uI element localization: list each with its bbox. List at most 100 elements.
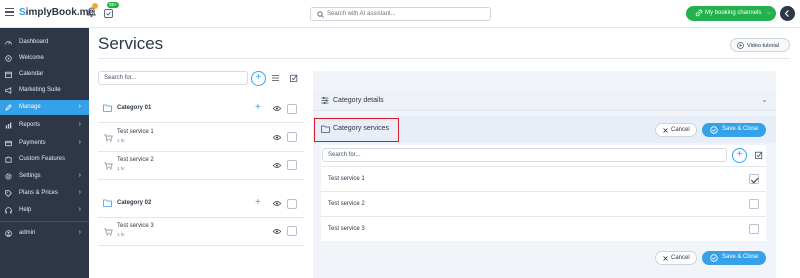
user-avatar[interactable] bbox=[780, 6, 795, 21]
close-icon bbox=[663, 256, 668, 261]
megaphone-icon bbox=[5, 87, 12, 94]
save-close-button-bottom[interactable]: Save & Close bbox=[702, 251, 766, 265]
eye-icon[interactable] bbox=[273, 201, 281, 206]
sidebar-item-settings[interactable]: Settings › bbox=[0, 169, 89, 184]
eye-icon[interactable] bbox=[273, 106, 281, 111]
category-service-checkbox-checked[interactable] bbox=[749, 174, 759, 184]
video-tutorial-button[interactable]: Video tutorial bbox=[730, 38, 790, 52]
booking-channels-button[interactable]: My booking channels ⌵ bbox=[686, 6, 776, 21]
link-icon bbox=[695, 9, 703, 17]
sidebar-item-dashboard[interactable]: Dashboard bbox=[0, 35, 89, 50]
service-row[interactable]: Test service 1 1 hr. bbox=[98, 124, 304, 152]
category-service-row[interactable]: Test service 2 bbox=[321, 191, 766, 216]
play-circle-icon bbox=[737, 42, 744, 49]
reports-icon bbox=[5, 122, 12, 129]
sidebar-item-label: Help bbox=[19, 207, 32, 213]
sidebar-item-welcome[interactable]: Welcome bbox=[0, 51, 89, 66]
ai-search-placeholder: Search with AI assistant... bbox=[327, 11, 396, 17]
checkbox-select-icon[interactable] bbox=[290, 74, 298, 82]
cancel-button[interactable]: Cancel bbox=[655, 123, 697, 137]
category-checkbox[interactable] bbox=[287, 104, 297, 114]
help-icon bbox=[5, 207, 12, 214]
calendar-icon bbox=[5, 71, 12, 78]
category-service-checkbox[interactable] bbox=[749, 199, 759, 209]
chevron-right-icon: › bbox=[78, 206, 81, 213]
category-row[interactable]: Category 02 + bbox=[98, 190, 304, 218]
sidebar-item-marketing-suite[interactable]: Marketing Suite bbox=[0, 83, 89, 98]
services-search-input[interactable]: Search for... bbox=[98, 71, 248, 85]
calendar-check-icon[interactable] bbox=[104, 8, 113, 18]
save-close-button[interactable]: Save & Close bbox=[702, 123, 766, 137]
eye-icon[interactable] bbox=[273, 135, 281, 140]
chevron-down-icon: ⌵ bbox=[767, 10, 771, 16]
category-services-search-input[interactable]: Search for... bbox=[322, 148, 727, 162]
check-circle-icon bbox=[710, 254, 718, 262]
chevron-right-icon: › bbox=[78, 121, 81, 128]
folder-icon bbox=[103, 104, 112, 112]
service-checkbox[interactable] bbox=[287, 226, 297, 236]
sidebar-item-help[interactable]: Help › bbox=[0, 203, 89, 218]
add-service-button[interactable]: + bbox=[255, 198, 261, 208]
service-row[interactable]: Test service 3 1 hr. bbox=[98, 218, 304, 246]
cancel-label: Cancel bbox=[671, 127, 690, 133]
user-circle-icon bbox=[5, 230, 12, 237]
cart-icon bbox=[104, 228, 113, 236]
folder-icon bbox=[103, 199, 112, 207]
notification-badge bbox=[92, 3, 98, 9]
hamburger-menu-icon[interactable] bbox=[5, 8, 14, 16]
sidebar-item-manage[interactable]: Manage › bbox=[0, 100, 89, 115]
eye-icon[interactable] bbox=[273, 163, 281, 168]
category-details-accordion[interactable]: Category details ⌄ bbox=[313, 90, 776, 111]
service-checkbox[interactable] bbox=[287, 132, 297, 142]
chevron-right-icon: › bbox=[78, 172, 81, 179]
title-divider bbox=[98, 58, 790, 59]
page-title: Services bbox=[98, 34, 164, 53]
user-logo-icon bbox=[784, 10, 789, 17]
logo[interactable]: SimplyBook.me bbox=[19, 7, 94, 18]
category-service-checkbox[interactable] bbox=[749, 224, 759, 234]
sidebar-item-payments[interactable]: Payments › bbox=[0, 136, 89, 151]
category-checkbox[interactable] bbox=[287, 199, 297, 209]
service-duration: 1 hr. bbox=[117, 166, 126, 171]
add-service-button[interactable]: + bbox=[255, 103, 261, 113]
service-checkbox[interactable] bbox=[287, 160, 297, 170]
category-service-row[interactable]: Test service 1 bbox=[321, 166, 766, 191]
pencil-icon bbox=[5, 104, 12, 111]
sidebar-user-label: admin bbox=[19, 230, 36, 236]
dashboard-icon bbox=[5, 41, 12, 45]
sidebar-item-custom-features[interactable]: Custom Features bbox=[0, 152, 89, 167]
service-row[interactable]: Test service 2 1 hr. bbox=[98, 152, 304, 180]
sidebar-item-label: Plans & Prices bbox=[19, 190, 59, 196]
check-circle-icon bbox=[710, 126, 718, 134]
sidebar-user-admin[interactable]: admin › bbox=[0, 226, 89, 241]
chevron-right-icon: › bbox=[78, 229, 81, 236]
category-name: Category 02 bbox=[117, 200, 152, 206]
category-service-name: Test service 3 bbox=[328, 226, 365, 232]
category-service-name: Test service 1 bbox=[328, 176, 365, 182]
sidebar: Dashboard Welcome Calendar Marketing Sui… bbox=[0, 28, 89, 278]
sidebar-item-label: Welcome bbox=[19, 55, 44, 61]
sidebar-item-reports[interactable]: Reports › bbox=[0, 118, 89, 133]
plans-icon bbox=[5, 190, 12, 197]
sidebar-item-label: Marketing Suite bbox=[19, 87, 61, 93]
ai-search-input[interactable]: Search with AI assistant... bbox=[310, 7, 491, 21]
cancel-button-bottom[interactable]: Cancel bbox=[655, 251, 697, 265]
add-service-to-category-button[interactable]: + bbox=[732, 148, 747, 163]
sidebar-item-plans-prices[interactable]: Plans & Prices › bbox=[0, 186, 89, 201]
add-button[interactable]: + bbox=[251, 71, 266, 86]
sidebar-item-label: Settings bbox=[19, 173, 41, 179]
category-service-row[interactable]: Test service 3 bbox=[321, 216, 766, 241]
sidebar-divider bbox=[0, 221, 89, 222]
sidebar-item-calendar[interactable]: Calendar bbox=[0, 67, 89, 82]
sidebar-item-label: Dashboard bbox=[19, 39, 49, 45]
calendar-badge: 99+ bbox=[107, 2, 119, 8]
checkbox-select-icon[interactable] bbox=[755, 151, 763, 159]
category-row[interactable]: Category 01 + bbox=[98, 95, 304, 123]
sidebar-item-label: Payments bbox=[19, 140, 46, 146]
category-service-name: Test service 2 bbox=[328, 201, 365, 207]
welcome-icon bbox=[5, 55, 12, 62]
services-search-placeholder: Search for... bbox=[104, 75, 137, 81]
cart-icon bbox=[104, 134, 113, 142]
list-view-icon[interactable] bbox=[272, 75, 279, 81]
eye-icon[interactable] bbox=[273, 229, 281, 234]
